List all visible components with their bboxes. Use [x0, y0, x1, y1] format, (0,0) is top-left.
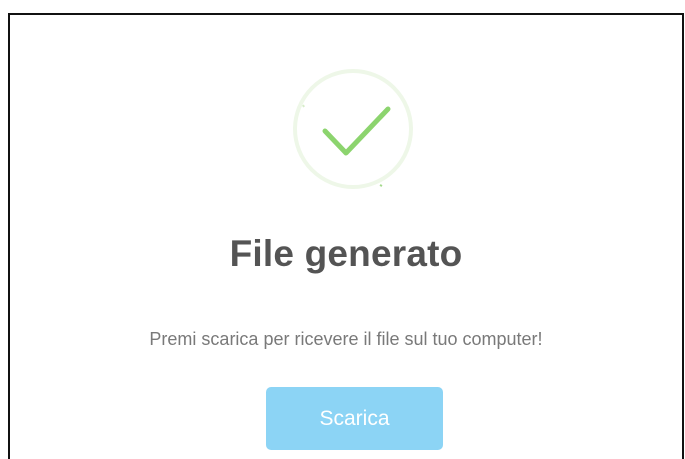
- dialog-title: File generato: [229, 233, 463, 274]
- success-checkmark-icon: [291, 67, 415, 191]
- dialog-message: Premi scarica per ricevere il file sul t…: [149, 329, 543, 349]
- download-button[interactable]: Scarica: [266, 387, 443, 450]
- alert-dialog: File generato Premi scarica per ricevere…: [8, 13, 684, 459]
